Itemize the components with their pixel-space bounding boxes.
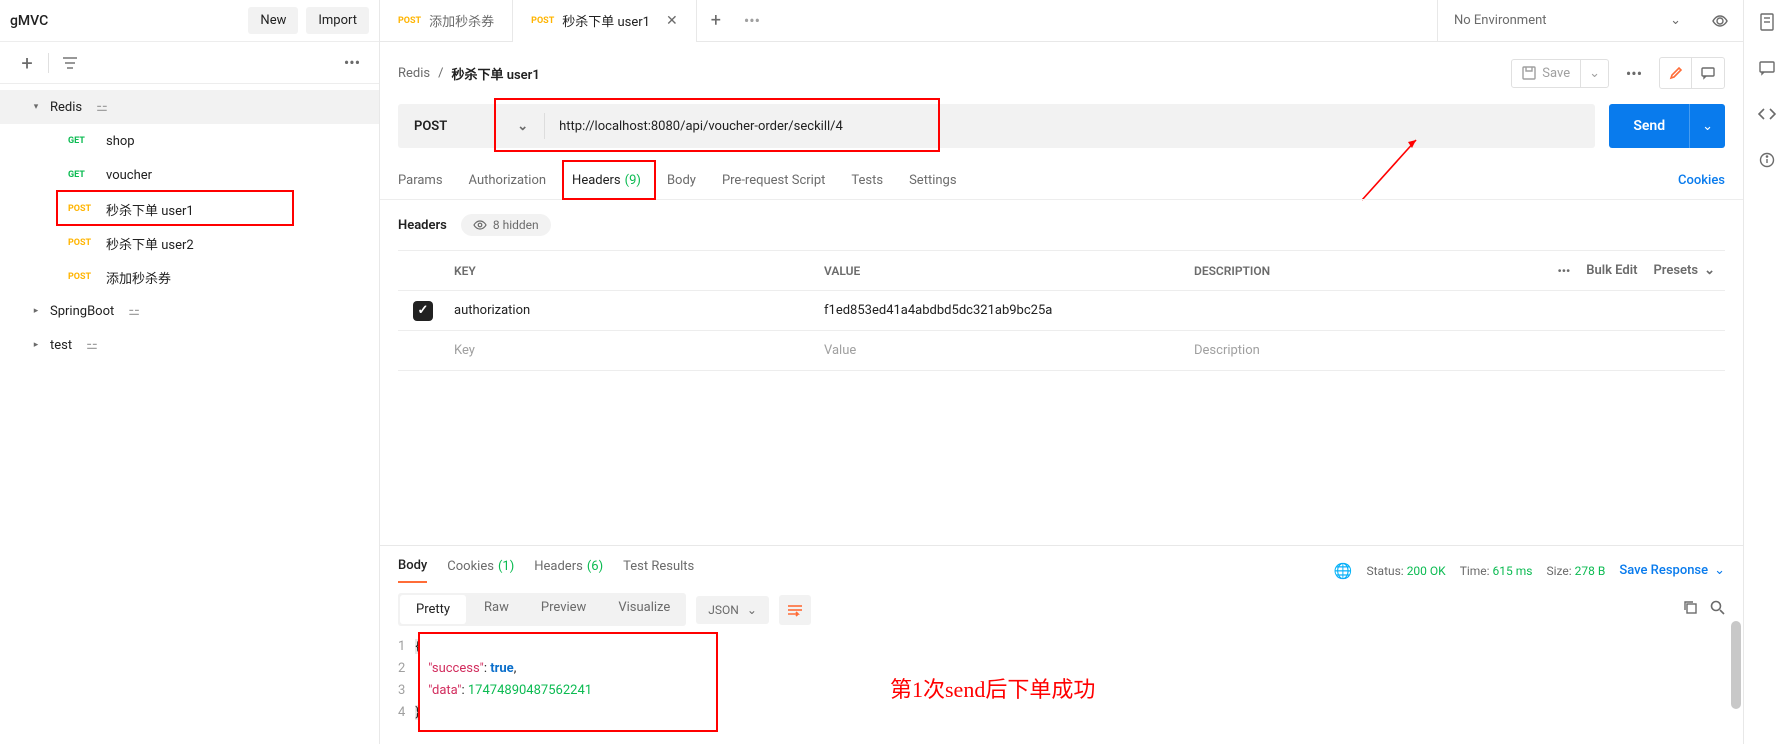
chevron-down-icon: ⌄ (517, 119, 528, 134)
language-selector[interactable]: JSON ⌄ (696, 596, 769, 624)
import-button[interactable]: Import (306, 7, 369, 34)
main-content: POST 添加秒杀券 POST 秒杀下单 user1 ✕ + ••• No En… (380, 0, 1743, 744)
chevron-down-icon: ▾ (30, 102, 42, 112)
view-preview[interactable]: Preview (525, 593, 602, 626)
request-seckill-user2[interactable]: POST 秒杀下单 user2 (0, 226, 379, 260)
method-selector[interactable]: POST ⌄ (398, 104, 544, 148)
save-dropdown-icon[interactable]: ⌄ (1580, 60, 1608, 87)
copy-icon[interactable] (1683, 600, 1698, 619)
request-shop[interactable]: GET shop (0, 124, 379, 158)
people-icon: ⚍ (96, 100, 108, 115)
hidden-headers-toggle[interactable]: 8 hidden (461, 214, 551, 236)
response-tab-headers[interactable]: Headers (6) (534, 559, 603, 582)
response-tab-cookies[interactable]: Cookies (1) (447, 559, 514, 582)
response-tab-tests[interactable]: Test Results (623, 559, 694, 582)
people-icon: ⚍ (128, 304, 140, 319)
enable-checkbox[interactable] (413, 301, 433, 321)
send-button[interactable]: Send (1609, 104, 1689, 148)
view-pretty[interactable]: Pretty (400, 595, 466, 624)
presets-button[interactable]: Presets ⌄ (1653, 263, 1715, 278)
response-tab-body[interactable]: Body (398, 558, 427, 583)
wrap-lines-icon[interactable] (779, 595, 811, 625)
info-icon[interactable] (1753, 146, 1781, 174)
divider (48, 53, 49, 73)
tab-add-coupon[interactable]: POST 添加秒杀券 (380, 0, 513, 42)
filter-icon[interactable] (53, 46, 87, 80)
annotation-text: 第1次send后下单成功 (890, 672, 1095, 704)
workspace-title: gMVC (10, 13, 240, 29)
tab-settings[interactable]: Settings (909, 162, 956, 200)
search-icon[interactable] (1710, 600, 1725, 619)
tab-tests[interactable]: Tests (851, 162, 883, 200)
headers-table-header: KEY VALUE DESCRIPTION ••• Bulk Edit Pres… (398, 251, 1725, 291)
code-icon[interactable] (1753, 100, 1781, 128)
close-icon[interactable]: ✕ (666, 13, 678, 29)
tab-body[interactable]: Body (667, 162, 696, 200)
save-button[interactable]: Save (1512, 60, 1580, 87)
request-seckill-user1[interactable]: POST 秒杀下单 user1 (0, 192, 379, 226)
line-numbers: 1 2 3 4 (398, 636, 415, 724)
folder-redis[interactable]: ▾ Redis ⚍ (0, 90, 379, 124)
header-row-new[interactable]: Key Value Description (398, 331, 1725, 371)
save-response-button[interactable]: Save Response ⌄ (1619, 563, 1725, 578)
tab-authorization[interactable]: Authorization (469, 162, 547, 200)
tab-seckill-user1[interactable]: POST 秒杀下单 user1 ✕ (513, 0, 697, 42)
headers-title: Headers (398, 218, 447, 233)
chevron-down-icon: ⌄ (747, 603, 757, 617)
breadcrumb-parent[interactable]: Redis (398, 66, 430, 81)
comments-icon[interactable] (1753, 54, 1781, 82)
tab-params[interactable]: Params (398, 162, 443, 200)
view-visualize[interactable]: Visualize (602, 593, 686, 626)
folder-springboot[interactable]: ▸ SpringBoot ⚍ (0, 294, 379, 328)
add-icon[interactable]: + (10, 46, 44, 80)
tab-headers[interactable]: Headers (9) (572, 162, 641, 200)
request-add-coupon[interactable]: POST 添加秒杀券 (0, 260, 379, 294)
comment-icon[interactable] (1692, 58, 1724, 88)
collection-tree: ▾ Redis ⚍ GET shop GET voucher POST 秒杀下单… (0, 84, 379, 368)
chevron-right-icon: ▸ (30, 306, 42, 316)
view-raw[interactable]: Raw (468, 593, 525, 626)
environment-selector[interactable]: No Environment ⌄ (1437, 0, 1697, 42)
url-input[interactable]: http://localhost:8080/api/voucher-order/… (545, 119, 1595, 134)
edit-icon[interactable] (1660, 58, 1692, 88)
right-rail (1743, 0, 1789, 744)
tab-prerequest[interactable]: Pre-request Script (722, 162, 825, 200)
more-columns-icon[interactable]: ••• (1557, 264, 1570, 278)
sidebar: gMVC New Import + ••• ▾ Redis ⚍ GET shop… (0, 0, 380, 744)
chevron-right-icon: ▸ (30, 340, 42, 350)
folder-test[interactable]: ▸ test ⚍ (0, 328, 379, 362)
more-options-icon[interactable]: ••• (335, 46, 369, 80)
response-body[interactable]: { "success": true, "data": 1747489048756… (415, 636, 592, 724)
more-tabs-icon[interactable]: ••• (735, 4, 769, 38)
header-row[interactable]: authorization f1ed853ed41a4abdbd5dc321ab… (398, 291, 1725, 331)
chevron-down-icon: ⌄ (1704, 263, 1715, 278)
chevron-down-icon: ⌄ (1714, 563, 1725, 578)
new-button[interactable]: New (248, 7, 298, 34)
chevron-down-icon: ⌄ (1670, 13, 1681, 28)
cookies-link[interactable]: Cookies (1678, 162, 1725, 200)
bulk-edit-button[interactable]: Bulk Edit (1586, 263, 1637, 278)
breadcrumb-current: 秒杀下单 user1 (451, 64, 539, 83)
add-tab-icon[interactable]: + (697, 10, 735, 31)
breadcrumb-separator: / (438, 66, 443, 81)
people-icon: ⚍ (86, 338, 98, 353)
request-voucher[interactable]: GET voucher (0, 158, 379, 192)
documentation-icon[interactable] (1753, 8, 1781, 36)
options-icon[interactable]: ••• (1617, 56, 1651, 90)
globe-icon[interactable]: 🌐 (1334, 562, 1353, 580)
environment-quicklook-icon[interactable] (1697, 13, 1743, 29)
send-dropdown-icon[interactable]: ⌄ (1689, 104, 1725, 148)
